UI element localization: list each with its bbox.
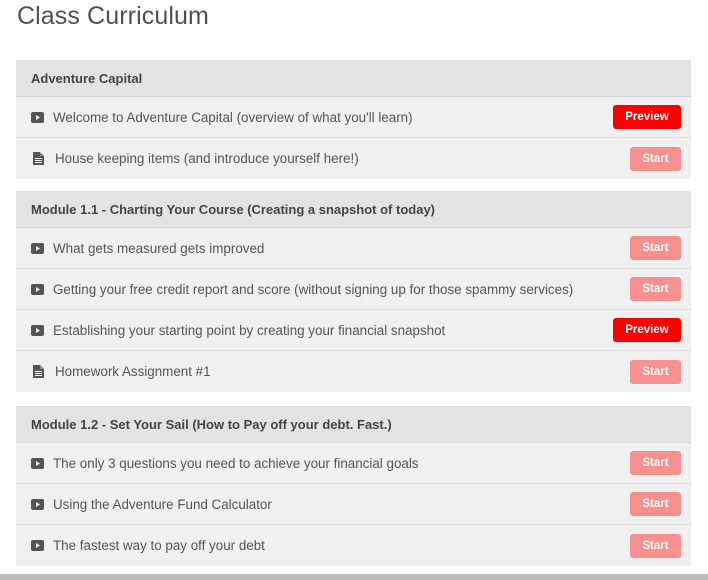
lecture-title: Homework Assignment #1 <box>55 364 211 379</box>
section-header: Module 1.2 - Set Your Sail (How to Pay o… <box>16 406 691 443</box>
lecture-title: Using the Adventure Fund Calculator <box>53 496 272 512</box>
start-button[interactable]: Start <box>630 146 681 171</box>
lecture-item[interactable]: Getting your free credit report and scor… <box>16 269 691 310</box>
lecture-item[interactable]: Establishing your starting point by crea… <box>16 310 691 351</box>
video-icon <box>31 283 44 295</box>
lecture-item[interactable]: House keeping items (and introduce yours… <box>16 138 691 179</box>
section-module-1-2: Module 1.2 - Set Your Sail (How to Pay o… <box>16 406 691 566</box>
section-header: Adventure Capital <box>16 60 691 97</box>
start-button[interactable]: Start <box>630 236 681 260</box>
start-button[interactable]: Start <box>630 277 681 301</box>
lecture-item[interactable]: Homework Assignment #1 Start <box>16 351 691 392</box>
video-icon <box>31 242 44 254</box>
video-icon <box>31 324 44 336</box>
lecture-title: Welcome to Adventure Capital (overview o… <box>53 109 413 125</box>
lecture-item[interactable]: The only 3 questions you need to achieve… <box>16 443 691 484</box>
bottom-divider <box>0 574 708 580</box>
lecture-item[interactable]: Using the Adventure Fund Calculator Star… <box>16 484 691 525</box>
lecture-title: House keeping items (and introduce yours… <box>55 151 359 166</box>
preview-button[interactable]: Preview <box>613 105 681 129</box>
preview-button[interactable]: Preview <box>613 318 681 342</box>
video-icon <box>31 540 44 552</box>
lecture-item[interactable]: What gets measured gets improved Start <box>16 228 691 269</box>
page-title: Class Curriculum <box>17 2 209 30</box>
start-button[interactable]: Start <box>630 451 681 475</box>
section-module-1-1: Module 1.1 - Charting Your Course (Creat… <box>16 191 691 392</box>
start-button[interactable]: Start <box>630 533 681 558</box>
lecture-title: What gets measured gets improved <box>53 240 265 256</box>
document-icon <box>32 365 45 378</box>
lecture-item[interactable]: The fastest way to pay off your debt Sta… <box>16 525 691 566</box>
video-icon <box>31 457 44 469</box>
section-adventure-capital: Adventure Capital Welcome to Adventure C… <box>16 60 691 179</box>
lecture-title: The only 3 questions you need to achieve… <box>53 455 419 471</box>
document-icon <box>32 152 45 165</box>
video-icon <box>31 498 44 510</box>
lecture-title: Establishing your starting point by crea… <box>53 322 446 338</box>
section-header: Module 1.1 - Charting Your Course (Creat… <box>16 191 691 228</box>
start-button[interactable]: Start <box>630 359 681 384</box>
video-icon <box>31 111 44 123</box>
lecture-title: Getting your free credit report and scor… <box>53 281 574 297</box>
start-button[interactable]: Start <box>630 492 681 516</box>
lecture-title: The fastest way to pay off your debt <box>53 538 265 553</box>
lecture-item[interactable]: Welcome to Adventure Capital (overview o… <box>16 97 691 138</box>
